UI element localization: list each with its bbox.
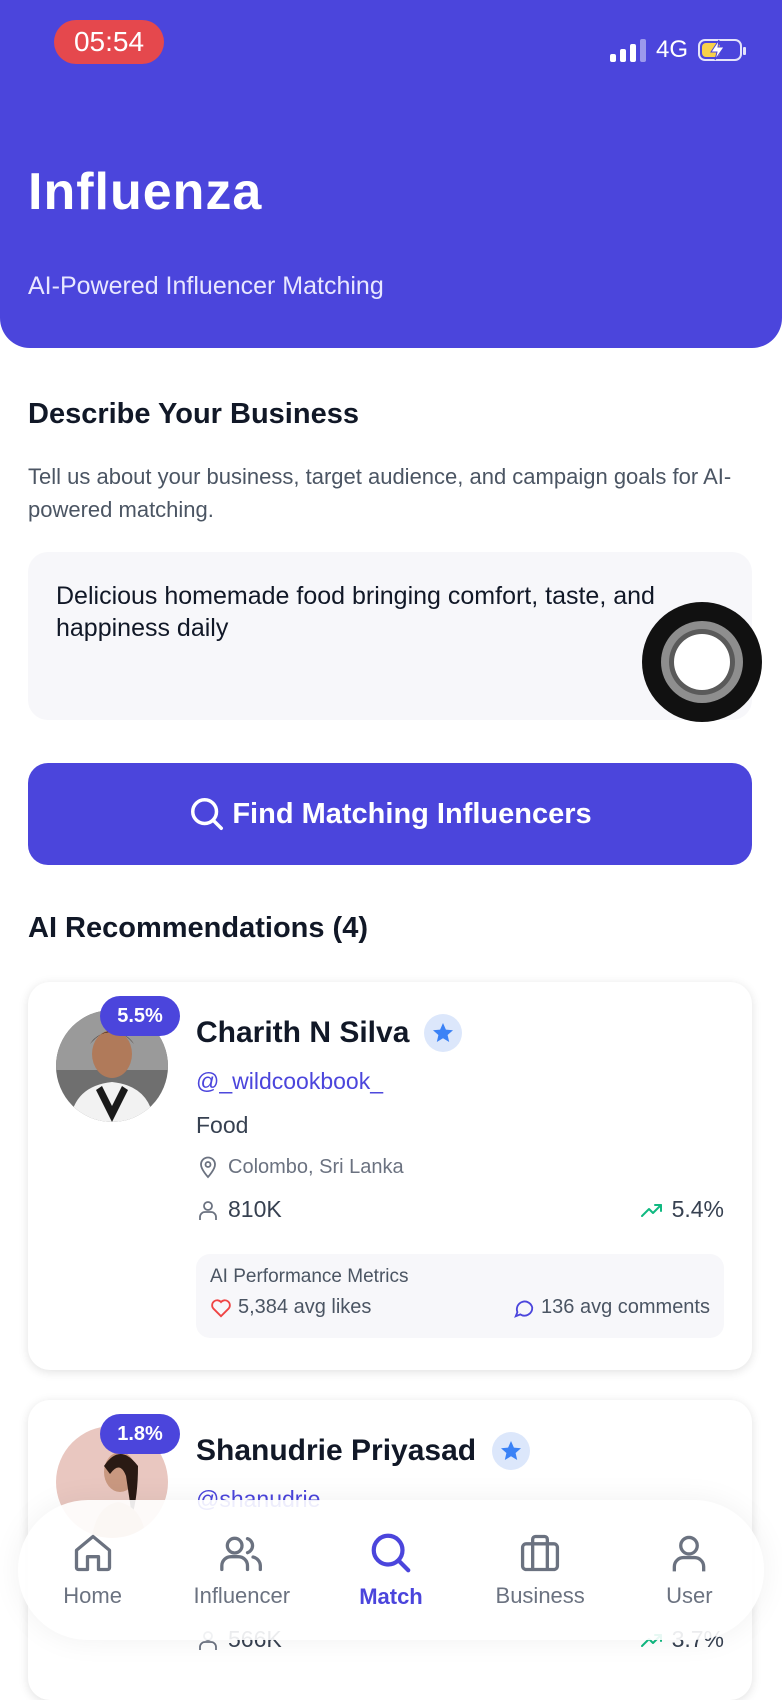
avg-likes: 5,384 avg likes <box>210 1296 371 1319</box>
app-header: 05:54 4G Influenza AI-Powered Influencer… <box>0 0 782 348</box>
search-icon <box>191 798 224 830</box>
heart-icon <box>211 1298 231 1317</box>
users-icon <box>219 1536 262 1572</box>
influencer-name: Shanudrie Priyasad <box>196 1434 477 1467</box>
verified-star-icon <box>492 1432 530 1470</box>
business-description-input[interactable]: Delicious homemade food bringing comfort… <box>28 552 752 720</box>
verified-star-icon <box>424 1014 462 1052</box>
tab-home[interactable]: Home <box>28 1531 158 1609</box>
influencer-name: Charith N Silva <box>196 1016 410 1049</box>
influencer-handle[interactable]: @_wildcookbook_ <box>196 1068 383 1095</box>
engagement-badge: 5.5% <box>100 996 180 1036</box>
tab-business[interactable]: Business <box>475 1531 605 1609</box>
tab-influencer[interactable]: Influencer <box>177 1531 307 1609</box>
influencer-location: Colombo, Sri Lanka <box>196 1154 404 1180</box>
describe-title: Describe Your Business <box>28 398 359 430</box>
assistive-touch-button[interactable] <box>642 602 762 722</box>
find-button-label: Find Matching Influencers <box>232 797 592 830</box>
user-icon <box>673 1535 706 1572</box>
influencer-card[interactable]: 5.5% Charith N Silva @_wildcookbook_ Foo… <box>28 982 752 1370</box>
influencer-followers: 810K <box>196 1196 282 1223</box>
status-time: 05:54 <box>54 20 164 64</box>
tab-match[interactable]: Match <box>326 1530 456 1610</box>
performance-metrics: AI Performance Metrics 5,384 avg likes 1… <box>196 1254 724 1338</box>
home-icon <box>74 1534 111 1572</box>
bottom-tab-bar: Home Influencer Match Business User <box>18 1500 764 1640</box>
user-icon <box>199 1200 217 1220</box>
location-pin-icon <box>200 1156 216 1179</box>
signal-icon <box>609 38 646 62</box>
find-influencers-button[interactable]: Find Matching Influencers <box>28 763 752 865</box>
status-icons: 4G <box>609 34 746 66</box>
trending-up-icon <box>640 1203 662 1217</box>
influencer-category: Food <box>196 1112 249 1138</box>
network-label: 4G <box>655 36 688 63</box>
briefcase-icon <box>521 1534 560 1572</box>
battery-icon <box>698 39 746 61</box>
describe-description: Tell us about your business, target audi… <box>28 464 732 522</box>
influencer-growth: 5.4% <box>638 1196 724 1223</box>
avg-comments: 136 avg comments <box>513 1296 710 1319</box>
app-title: Influenza <box>28 163 263 221</box>
app-subtitle: AI-Powered Influencer Matching <box>28 272 384 300</box>
search-icon <box>371 1533 411 1573</box>
recommendations-title: AI Recommendations (4) <box>28 912 368 944</box>
comment-icon <box>514 1300 534 1318</box>
tab-user[interactable]: User <box>624 1531 754 1609</box>
metrics-title: AI Performance Metrics <box>210 1266 409 1287</box>
engagement-badge: 1.8% <box>100 1414 180 1454</box>
